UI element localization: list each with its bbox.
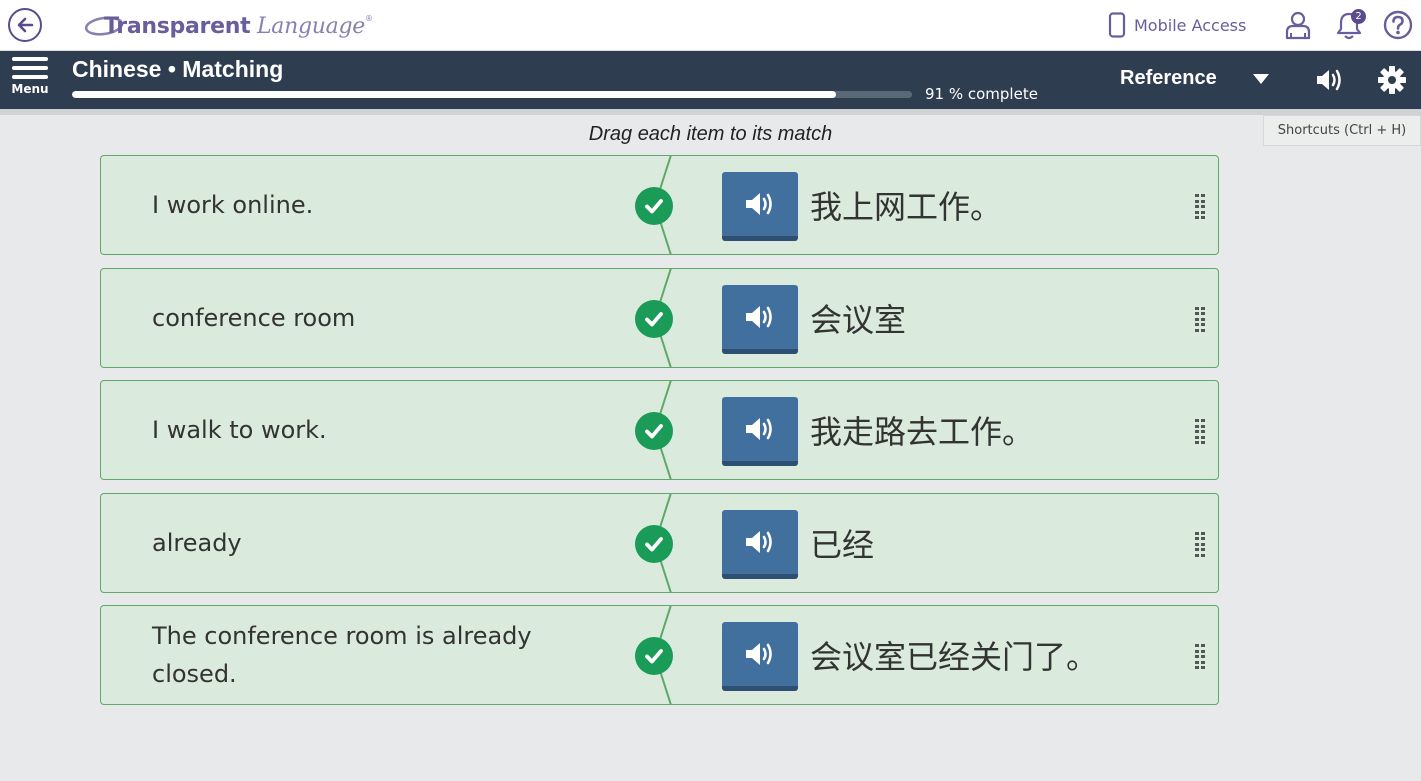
speaker-icon <box>746 530 772 553</box>
check-icon <box>635 412 673 450</box>
chinese-item[interactable]: 我走路去工作。 <box>810 381 1034 479</box>
drag-handle-icon[interactable] <box>1195 194 1207 220</box>
play-audio-button[interactable] <box>722 397 798 466</box>
top-bar: Transparent Language® Mobile Access 2 <box>0 0 1421 51</box>
speaker-icon <box>746 643 772 665</box>
drag-handle-icon[interactable] <box>1195 644 1207 670</box>
logo-text: Transparent Language® <box>104 13 373 39</box>
english-item[interactable]: I walk to work. <box>152 381 592 479</box>
play-audio-button[interactable] <box>722 172 798 241</box>
transparent-language-logo[interactable]: Transparent Language® <box>84 10 373 42</box>
match-row: I walk to work. 我走路去工作。 <box>100 380 1219 480</box>
settings-button[interactable] <box>1376 64 1408 96</box>
menu-icon <box>12 57 48 84</box>
english-item[interactable]: I work online. <box>152 156 592 254</box>
match-rows: I work online. 我上网工作。 conference room 会议… <box>100 155 1219 718</box>
play-audio-button[interactable] <box>722 284 798 354</box>
check-icon <box>635 299 673 338</box>
instruction-text: Drag each item to its match <box>588 123 833 145</box>
english-item[interactable]: already <box>152 494 592 592</box>
play-audio-button[interactable] <box>722 622 798 691</box>
english-item[interactable]: conference room <box>152 269 592 367</box>
mobile-access-label: Mobile Access <box>1134 15 1247 35</box>
english-item[interactable]: The conference room is already closed. <box>152 606 592 704</box>
play-audio-button[interactable] <box>722 509 798 579</box>
menu-label: Menu <box>11 82 49 96</box>
menu-button[interactable]: Menu <box>8 57 52 105</box>
user-button[interactable] <box>1282 9 1314 41</box>
phone-icon <box>1108 12 1126 38</box>
lesson-nav-bar: Menu Chinese • Matching 91 % complete Re… <box>0 51 1421 109</box>
speaker-icon <box>746 305 772 328</box>
audio-toggle-button[interactable] <box>1313 64 1345 96</box>
match-row: I work online. 我上网工作。 <box>100 155 1219 255</box>
match-row: conference room 会议室 <box>100 267 1219 368</box>
drag-handle-icon[interactable] <box>1195 419 1207 445</box>
activity-title: Chinese • Matching <box>72 56 284 82</box>
speaker-icon <box>1317 69 1341 91</box>
nav-subbar <box>0 109 1421 115</box>
speaker-icon <box>746 193 772 215</box>
gear-icon <box>1378 66 1406 94</box>
check-icon <box>635 187 673 225</box>
chinese-item[interactable]: 会议室已经关门了。 <box>810 606 1098 704</box>
back-button[interactable] <box>8 8 42 42</box>
user-icon <box>1285 11 1311 40</box>
notification-count-badge: 2 <box>1351 9 1366 24</box>
chinese-item[interactable]: 我上网工作。 <box>810 156 1002 254</box>
progress-text: 91 % complete <box>925 85 1038 103</box>
progress-bar <box>72 91 912 98</box>
match-row: already 已经 <box>100 492 1219 593</box>
match-row: The conference room is already closed. 会… <box>100 605 1219 705</box>
check-icon <box>635 524 673 563</box>
help-icon <box>1383 10 1413 40</box>
reference-dropdown[interactable]: Reference <box>1120 67 1269 90</box>
drag-handle-icon[interactable] <box>1195 531 1207 558</box>
notifications-button[interactable]: 2 <box>1333 9 1366 41</box>
chinese-item[interactable]: 会议室 <box>810 269 906 367</box>
check-icon <box>635 637 673 675</box>
drag-handle-icon[interactable] <box>1195 306 1207 333</box>
mobile-access-link[interactable]: Mobile Access <box>1108 12 1246 38</box>
speaker-icon <box>746 418 772 440</box>
reference-label: Reference <box>1120 67 1217 89</box>
help-button[interactable] <box>1382 9 1414 41</box>
chinese-item[interactable]: 已经 <box>810 494 874 592</box>
caret-down-icon <box>1252 73 1269 84</box>
back-arrow-icon <box>17 17 34 33</box>
progress-fill <box>72 91 837 98</box>
